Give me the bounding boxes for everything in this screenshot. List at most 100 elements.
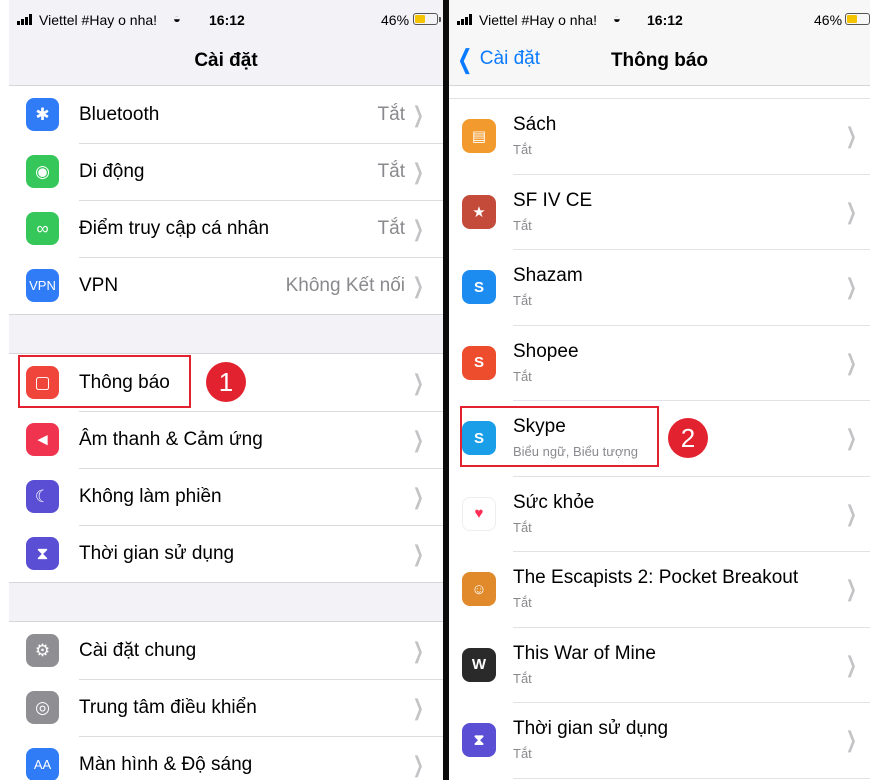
chevron-right-icon: ❯	[845, 274, 857, 299]
chevron-right-icon: ❯	[845, 123, 857, 148]
settings-row[interactable]: ☾ Không làm phiền ❯	[9, 468, 443, 525]
settings-screen: Viettel #Hay o nha! ◒ 16:12 46% Cài đặt …	[9, 0, 443, 780]
hourglass-icon: ⧗	[26, 537, 59, 570]
page-title: Cài đặt	[194, 50, 258, 71]
settings-row[interactable]: ◄ Âm thanh & Cảm ứng ❯	[9, 411, 443, 468]
settings-row[interactable]: ✱ Bluetooth Tắt ❯	[9, 86, 443, 143]
row-label: Trung tâm điều khiển	[79, 696, 257, 718]
step-badge: 2	[668, 418, 708, 458]
battery-percent: 46%	[814, 12, 843, 28]
row-value: Tắt	[377, 160, 405, 182]
nav-bar: ❮ Cài đặt Thông báo	[449, 36, 870, 86]
settings-row[interactable]: ⚙ Cài đặt chung ❯	[9, 622, 443, 679]
app-status: Tắt	[513, 519, 532, 535]
app-row[interactable]: W This War of Mine Tắt ❯	[449, 628, 870, 704]
app-row[interactable]: ★ SF IV CE Tắt ❯	[449, 175, 870, 251]
shazam-icon: S	[462, 270, 496, 304]
battery-icon	[413, 13, 441, 25]
chevron-right-icon: ❯	[412, 426, 424, 452]
app-name: Shopee	[513, 340, 579, 362]
settings-row[interactable]: ⧗ Thời gian sử dụng ❯	[9, 525, 443, 582]
row-label: Bluetooth	[79, 103, 160, 125]
chevron-right-icon: ❯	[412, 369, 424, 395]
chevron-right-icon: ❯	[412, 215, 424, 241]
hourglass-icon: ⧗	[462, 723, 496, 757]
vpn-icon: VPN	[26, 269, 59, 302]
row-label: Màn hình & Độ sáng	[79, 753, 253, 775]
chevron-right-icon: ❯	[412, 637, 424, 663]
app-name: Sức khỏe	[513, 491, 595, 513]
hotspot-icon: ∞	[26, 212, 59, 245]
wifi-icon: ◒	[173, 11, 181, 26]
app-status: Tắt	[513, 368, 532, 384]
bluetooth-icon: ✱	[26, 98, 59, 131]
status-time: 16:12	[647, 12, 683, 28]
page-title: Thông báo	[610, 50, 709, 71]
settings-row[interactable]: ◎ Trung tâm điều khiển ❯	[9, 679, 443, 736]
general-group: ⚙ Cài đặt chung ❯ ◎ Trung tâm điều khiển ❯ AA M…	[9, 621, 443, 780]
row-value: Tắt	[377, 217, 405, 239]
row-label: Di động	[79, 160, 145, 182]
chevron-right-icon: ❯	[845, 576, 857, 601]
status-bar: Viettel #Hay o nha! ◒ 16:12 46%	[449, 0, 870, 36]
chevron-right-icon: ❯	[845, 425, 857, 450]
war-icon: W	[462, 647, 496, 682]
app-row[interactable]: ☺ The Escapists 2: Pocket Breakout Tắt ❯	[449, 552, 870, 628]
chevron-right-icon: ❯	[412, 101, 424, 127]
switches-icon: ◎	[26, 691, 59, 724]
signal-icon	[457, 14, 472, 25]
health-icon: ♥	[462, 496, 496, 531]
settings-row[interactable]: ∞ Điểm truy cập cá nhân Tắt ❯	[9, 200, 443, 257]
settings-row[interactable]: ◉ Di động Tắt ❯	[9, 143, 443, 200]
app-row[interactable]: S Shazam Tắt ❯	[449, 250, 870, 326]
highlight-box	[460, 406, 659, 467]
row-value: Tắt	[377, 103, 405, 125]
row-label: Cài đặt chung	[79, 639, 197, 661]
connectivity-group: ✱ Bluetooth Tắt ❯ ◉ Di động Tắt ❯ ∞ Điểm truy cập…	[9, 85, 443, 315]
row-label: Thời gian sử dụng	[79, 542, 235, 564]
chevron-left-icon: ❮	[457, 44, 473, 74]
app-row[interactable]: S Shopee Tắt ❯	[449, 326, 870, 402]
row-value: Không Kết nối	[285, 274, 405, 296]
books-icon: ▤	[462, 119, 496, 153]
app-row[interactable]: ⧗ Thời gian sử dụng Tắt ❯	[449, 703, 870, 779]
chevron-right-icon: ❯	[412, 694, 424, 720]
chevron-right-icon: ❯	[845, 198, 857, 224]
app-name: Shazam	[513, 265, 583, 286]
settings-row[interactable]: AA Màn hình & Độ sáng ❯	[9, 736, 443, 780]
wifi-icon: ◒	[613, 11, 621, 26]
back-label: Cài đặt	[479, 48, 540, 69]
notifications-screen: Viettel #Hay o nha! ◒ 16:12 46% ❮ Cài đặt…	[449, 0, 870, 780]
chevron-right-icon: ❯	[412, 158, 424, 184]
app-name: Thời gian sử dụng	[513, 718, 669, 739]
row-label: Không làm phiền	[79, 485, 222, 507]
app-status: Tắt	[513, 670, 532, 686]
app-name: The Escapists 2: Pocket Breakout	[513, 567, 799, 588]
app-name: SF IV CE	[513, 189, 593, 211]
signal-icon	[17, 14, 32, 25]
status-time: 16:12	[209, 12, 245, 28]
shopee-icon: S	[462, 345, 496, 380]
app-row[interactable]: ♥ Sức khỏe Tắt ❯	[449, 477, 870, 553]
app-status: Tắt	[513, 217, 532, 233]
chevron-right-icon: ❯	[412, 751, 424, 777]
escapists-icon: ☺	[462, 572, 496, 606]
app-name: Sách	[513, 114, 557, 135]
moon-icon: ☾	[26, 480, 59, 513]
settings-row[interactable]: VPN VPN Không Kết nối ❯	[9, 257, 443, 314]
back-button[interactable]: ❮ Cài đặt	[454, 46, 540, 72]
sound-icon: ◄	[26, 423, 59, 456]
brightness-icon: AA	[26, 748, 59, 780]
row-label: VPN	[79, 274, 119, 296]
app-status: Tắt	[513, 142, 532, 157]
nav-bar: Cài đặt	[9, 36, 443, 86]
battery-icon	[845, 13, 870, 25]
battery-percent: 46%	[381, 12, 410, 28]
chevron-right-icon: ❯	[412, 272, 424, 298]
app-name: This War of Mine	[513, 642, 656, 664]
app-row[interactable]: ▤ Sách Tắt ❯	[449, 99, 870, 175]
chevron-right-icon: ❯	[845, 500, 857, 526]
chevron-right-icon: ❯	[845, 349, 857, 375]
cellular-icon: ◉	[26, 155, 59, 188]
left-margin	[0, 0, 9, 780]
